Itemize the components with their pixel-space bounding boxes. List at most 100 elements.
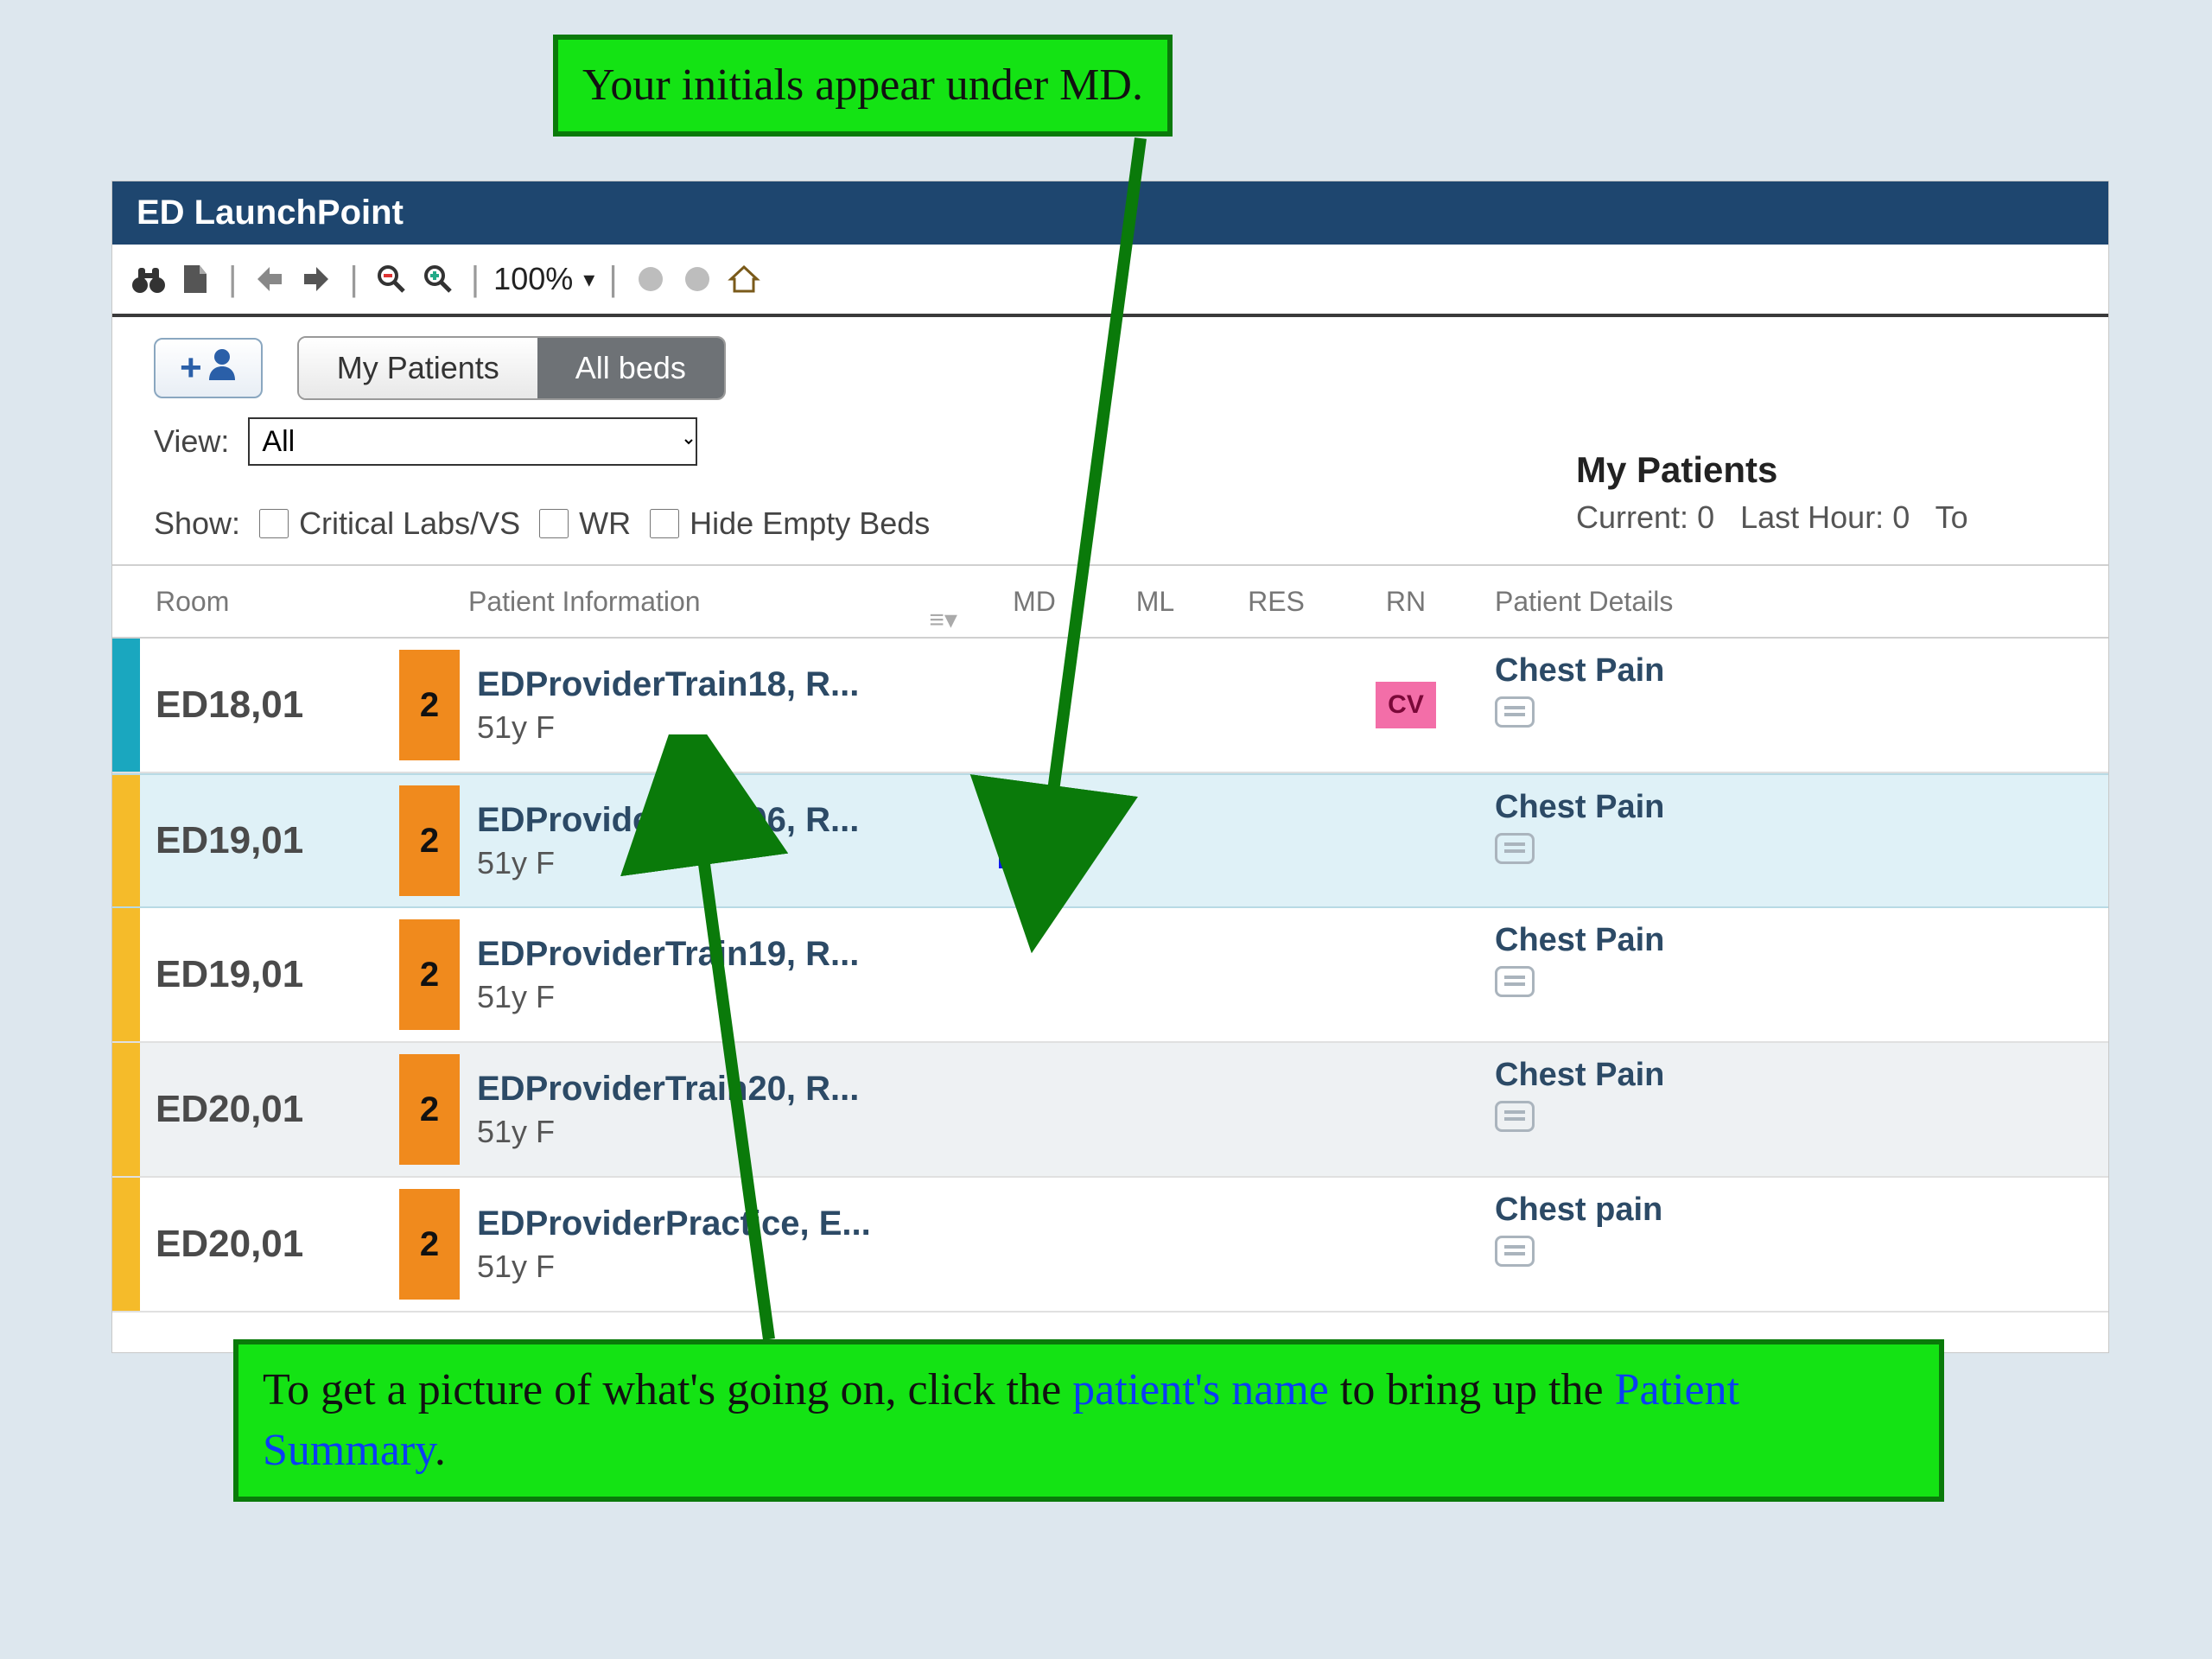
checkbox-input[interactable] <box>259 509 289 538</box>
checkbox-hide-empty[interactable]: Hide Empty Beds <box>650 505 930 542</box>
table-row[interactable]: ED19,012EDProviderTrain06, R... 51y F QP Ch… <box>112 773 2108 908</box>
res-cell[interactable] <box>1211 639 1341 772</box>
checkbox-label: Hide Empty Beds <box>690 505 930 542</box>
priority-cell[interactable]: 2 <box>391 908 468 1041</box>
patient-name[interactable]: EDProviderTrain20, R... <box>477 1070 961 1109</box>
add-patient-button[interactable]: + <box>154 338 263 398</box>
md-cell[interactable] <box>969 639 1099 772</box>
zoom-in-icon[interactable] <box>419 260 457 298</box>
person-icon <box>207 346 237 390</box>
md-cell[interactable] <box>969 908 1099 1041</box>
patient-demographics: 51y F <box>477 845 961 881</box>
md-badge[interactable]: QP <box>999 814 1069 868</box>
patient-name[interactable]: EDProviderPractice, E... <box>477 1205 961 1243</box>
rn-badge[interactable]: CV <box>1376 682 1436 728</box>
res-cell[interactable] <box>1211 775 1341 906</box>
binoculars-icon[interactable] <box>130 260 168 298</box>
table-row[interactable]: ED18,012EDProviderTrain18, R...51y F CV Ch… <box>112 639 2108 773</box>
header-md[interactable]: MD <box>969 586 1099 618</box>
diagnosis-text: Chest Pain <box>1495 1057 2108 1094</box>
ml-cell[interactable] <box>1099 639 1211 772</box>
table-row[interactable]: ED20,012EDProviderTrain20, R...51y F Ches… <box>112 1043 2108 1178</box>
table-row[interactable]: ED19,012EDProviderTrain19, R...51y F Ches… <box>112 908 2108 1043</box>
rn-cell[interactable] <box>1341 1178 1471 1311</box>
rn-cell[interactable]: CV <box>1341 639 1471 772</box>
callout-link-patient-name: patient's name <box>1072 1365 1329 1414</box>
patient-name[interactable]: EDProviderTrain19, R... <box>477 935 961 974</box>
md-cell[interactable] <box>969 1043 1099 1176</box>
res-cell[interactable] <box>1211 908 1341 1041</box>
note-icon[interactable] <box>1495 696 1535 728</box>
forward-icon[interactable] <box>297 260 335 298</box>
details-cell[interactable]: Chest Pain <box>1471 908 2108 1041</box>
patient-info-cell[interactable]: EDProviderTrain20, R...51y F <box>468 1043 969 1176</box>
header-details[interactable]: Patient Details <box>1471 586 2108 618</box>
patient-info-cell[interactable]: EDProviderTrain18, R...51y F <box>468 639 969 772</box>
room-cell[interactable]: ED20,01 <box>140 1043 391 1176</box>
ml-cell[interactable] <box>1099 1043 1211 1176</box>
note-icon[interactable] <box>1495 1101 1535 1132</box>
page-icon[interactable] <box>176 260 214 298</box>
toolbar: | | | 100% ▾ | <box>112 245 2108 317</box>
header-res[interactable]: RES <box>1211 586 1341 618</box>
tab-my-patients[interactable]: My Patients <box>299 338 537 398</box>
acuity-stripe <box>112 908 140 1041</box>
patient-name[interactable]: EDProviderTrain06, R... <box>477 801 961 840</box>
header-room[interactable]: Room <box>140 586 391 618</box>
home-icon[interactable] <box>725 260 763 298</box>
note-icon[interactable] <box>1495 1236 1535 1267</box>
ml-cell[interactable] <box>1099 775 1211 906</box>
tab-all-beds[interactable]: All beds <box>537 338 724 398</box>
details-cell[interactable]: Chest Pain <box>1471 775 2108 906</box>
priority-cell[interactable]: 2 <box>391 639 468 772</box>
rn-cell[interactable] <box>1341 1043 1471 1176</box>
rn-cell[interactable] <box>1341 775 1471 906</box>
circle-icon[interactable] <box>678 260 716 298</box>
patient-info-cell[interactable]: EDProviderTrain06, R... 51y F <box>468 775 969 906</box>
checkbox-input[interactable] <box>650 509 679 538</box>
checkbox-label: WR <box>579 505 631 542</box>
view-label: View: <box>154 423 229 460</box>
header-patient-info[interactable]: Patient Information ≡▾ <box>468 586 969 618</box>
room-cell[interactable]: ED20,01 <box>140 1178 391 1311</box>
ml-cell[interactable] <box>1099 1178 1211 1311</box>
patient-info-cell[interactable]: EDProviderPractice, E...51y F <box>468 1178 969 1311</box>
md-cell[interactable]: QP <box>969 775 1099 906</box>
details-cell[interactable]: Chest Pain <box>1471 1043 2108 1176</box>
checkbox-wr[interactable]: WR <box>539 505 631 542</box>
ml-cell[interactable] <box>1099 908 1211 1041</box>
chevron-down-icon[interactable]: ▾ <box>583 266 594 293</box>
header-rn[interactable]: RN <box>1341 586 1471 618</box>
rn-cell[interactable] <box>1341 908 1471 1041</box>
md-cell[interactable] <box>969 1178 1099 1311</box>
separator: | <box>223 260 242 299</box>
column-menu-icon[interactable]: ≡▾ <box>929 605 957 635</box>
room-cell[interactable]: ED19,01 <box>140 908 391 1041</box>
table-row[interactable]: ED20,012EDProviderPractice, E...51y F Che… <box>112 1178 2108 1313</box>
patient-info-cell[interactable]: EDProviderTrain19, R...51y F <box>468 908 969 1041</box>
priority-cell[interactable]: 2 <box>391 1178 468 1311</box>
window-title: ED LaunchPoint <box>112 181 2108 245</box>
room-cell[interactable]: ED18,01 <box>140 639 391 772</box>
summary-title: My Patients <box>1576 449 2088 491</box>
view-select[interactable]: All <box>248 417 697 466</box>
checkbox-critical-labs[interactable]: Critical Labs/VS <box>259 505 520 542</box>
priority-badge: 2 <box>399 919 460 1030</box>
patient-name[interactable]: EDProviderTrain18, R... <box>477 665 961 704</box>
res-cell[interactable] <box>1211 1043 1341 1176</box>
header-ml[interactable]: ML <box>1099 586 1211 618</box>
zoom-level[interactable]: 100% ▾ <box>493 261 594 297</box>
back-icon[interactable] <box>251 260 289 298</box>
details-cell[interactable]: Chest Pain <box>1471 639 2108 772</box>
circle-icon[interactable] <box>632 260 670 298</box>
room-cell[interactable]: ED19,01 <box>140 775 391 906</box>
res-cell[interactable] <box>1211 1178 1341 1311</box>
zoom-out-icon[interactable] <box>372 260 410 298</box>
priority-cell[interactable]: 2 <box>391 1043 468 1176</box>
priority-cell[interactable]: 2 <box>391 775 468 906</box>
tab-group: My Patients All beds <box>297 336 726 400</box>
note-icon[interactable] <box>1495 833 1535 864</box>
checkbox-input[interactable] <box>539 509 569 538</box>
details-cell[interactable]: Chest pain <box>1471 1178 2108 1311</box>
note-icon[interactable] <box>1495 966 1535 997</box>
